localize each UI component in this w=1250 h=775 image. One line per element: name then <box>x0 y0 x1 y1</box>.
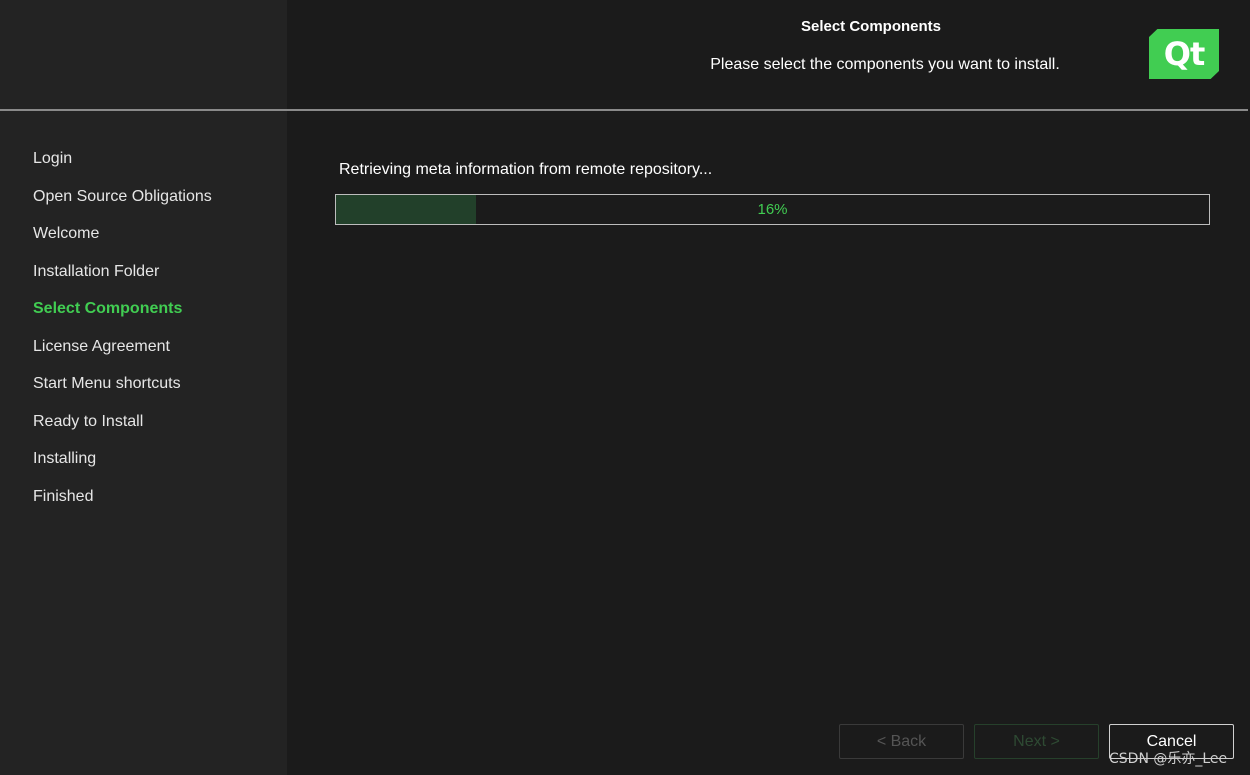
step-welcome: Welcome <box>33 225 100 242</box>
qt-logo-icon: Qt <box>1149 29 1219 79</box>
page-title: Select Components <box>800 18 942 35</box>
step-license-agreement: License Agreement <box>33 337 170 355</box>
sidebar-header-area <box>0 0 287 109</box>
back-button[interactable]: < Back <box>839 724 964 759</box>
step-installing: Installing <box>33 450 97 467</box>
watermark: CSDN @乐亦_Lee <box>1109 751 1228 767</box>
status-text: Retrieving meta information from remote … <box>339 161 713 178</box>
step-installation-folder: Installation Folder <box>33 262 160 280</box>
page-subtitle: Please select the components you want to… <box>710 56 1060 73</box>
step-finished: Finished <box>33 487 94 505</box>
page-header: Select Components Please select the comp… <box>287 0 1250 109</box>
progress-label: 16% <box>757 201 788 218</box>
progress-bar: 16% <box>335 194 1210 225</box>
wizard-steps-list: Login Open Source Obligations Welcome In… <box>33 148 212 523</box>
step-start-menu-shortcuts: Start Menu shortcuts <box>33 375 181 392</box>
step-login: Login <box>33 150 73 167</box>
step-open-source-obligations: Open Source Obligations <box>33 187 212 205</box>
step-select-components: Select Components <box>33 300 183 317</box>
step-ready-to-install: Ready to Install <box>33 412 144 430</box>
next-button[interactable]: Next > <box>974 724 1099 759</box>
